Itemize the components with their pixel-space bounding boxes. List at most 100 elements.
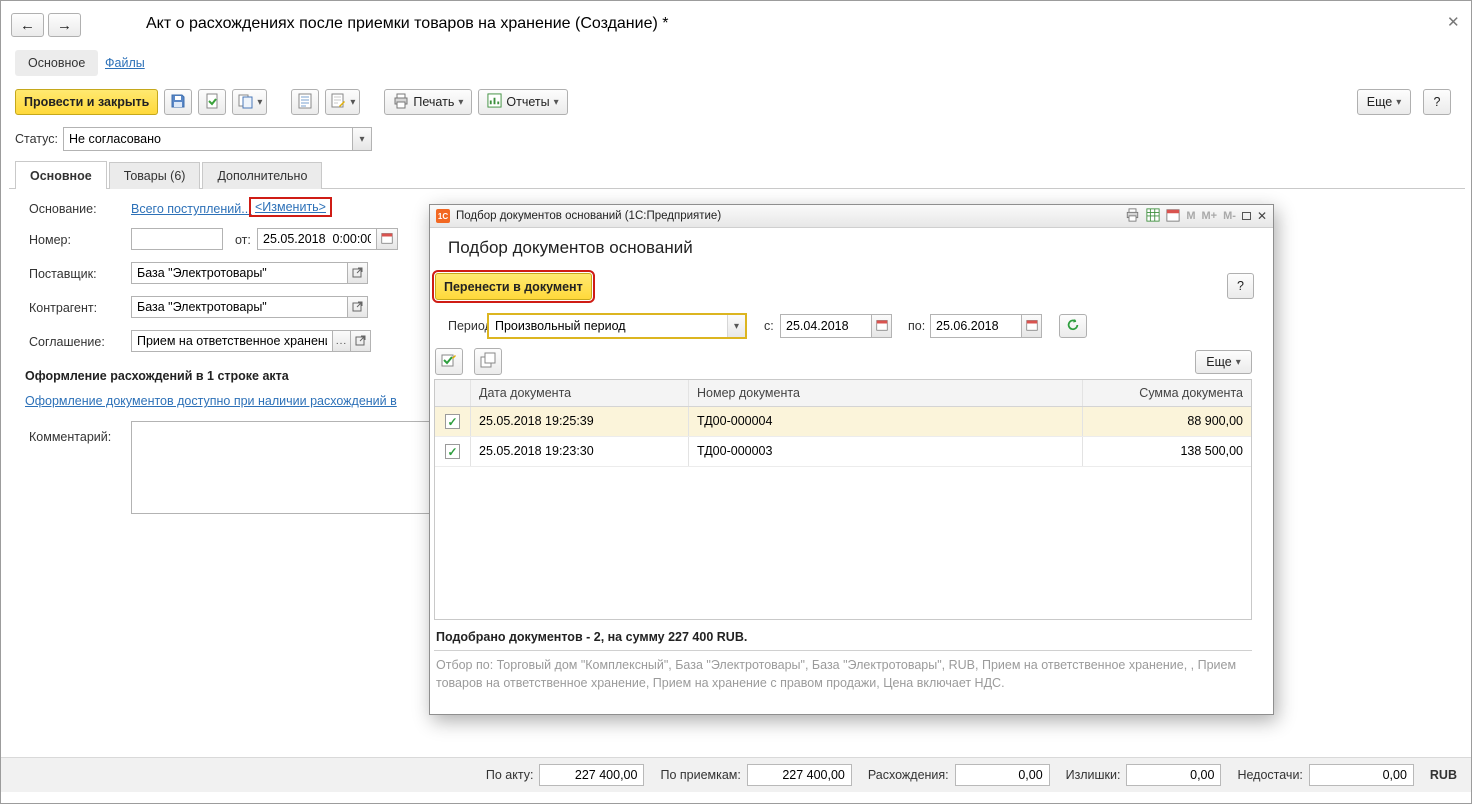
document-number-cell[interactable]: ТД00-000003 [689,437,1083,466]
dialog-titlebar[interactable]: 1С Подбор документов оснований (1С:Предп… [430,205,1273,228]
number-column-header[interactable]: Номер документа [689,380,1083,406]
post-close-button[interactable]: Провести и закрыть [15,89,159,115]
print-button[interactable]: Печать ▾ [384,89,473,115]
agreement-label: Соглашение: [29,335,105,349]
counterparty-input[interactable] [131,296,348,318]
period-from-calendar-button[interactable] [871,314,892,338]
supplier-open-button[interactable] [347,262,368,284]
document-date-cell[interactable]: 25.05.2018 19:23:30 [471,437,689,466]
table-row[interactable]: ✓ 25.05.2018 19:23:30 ТД00-000003 138 50… [435,437,1251,467]
dialog-close-icon[interactable]: ✕ [1257,209,1267,223]
save-button[interactable] [164,89,193,115]
shortage-value: 0,00 [1308,764,1414,786]
maximize-icon[interactable] [1241,212,1251,220]
calendar-icon [875,319,888,334]
calendar-icon[interactable] [1166,208,1180,225]
refresh-icon [1066,318,1080,335]
document-sum-cell[interactable]: 88 900,00 [1083,407,1251,436]
registration-note-link[interactable]: Оформление документов доступно при налич… [25,394,397,408]
number-input[interactable] [131,228,223,250]
check-all-button[interactable] [435,348,463,375]
comment-label: Комментарий: [29,430,112,444]
sum-column-header[interactable]: Сумма документа [1083,380,1251,406]
checkbox-checked-icon[interactable]: ✓ [445,444,460,459]
transfer-to-document-button[interactable]: Перенести в документ [432,270,595,303]
row-checkbox-cell[interactable]: ✓ [435,407,471,436]
checkbox-checked-icon[interactable]: ✓ [445,414,460,429]
comment-textarea[interactable] [131,421,431,514]
period-from-input[interactable] [780,314,872,338]
chevron-down-icon: ▾ [1235,356,1241,368]
discrepancies-label: Расхождения: [867,768,949,782]
uncheck-all-button[interactable] [474,348,502,375]
tab-main[interactable]: Основное [15,161,107,189]
supplier-input[interactable] [131,262,348,284]
surplus-label: Излишки: [1065,768,1121,782]
app-window: ← → Акт о расхождениях после приемки тов… [0,0,1472,804]
reports-button[interactable]: Отчеты ▾ [478,89,568,115]
section-tab-main[interactable]: Основное [15,50,99,76]
basis-link[interactable]: Всего поступлений... [131,202,252,216]
receipts-total-value: 227 400,00 [746,764,852,786]
table-row[interactable]: ✓ 25.05.2018 19:25:39 ТД00-000004 88 900… [435,407,1251,437]
number-label: Номер: [29,233,71,247]
receipts-total-label: По приемкам: [660,768,741,782]
document-sum-cell[interactable]: 138 500,00 [1083,437,1251,466]
currency-label: RUB [1429,768,1457,782]
document-number-cell[interactable]: ТД00-000004 [689,407,1083,436]
tab-additional[interactable]: Дополнительно [202,162,323,189]
dialog-more-button[interactable]: Еще ▾ [1195,350,1252,374]
basis-documents-dialog: 1С Подбор документов оснований (1С:Предп… [429,204,1274,715]
counterparty-open-button[interactable] [347,296,368,318]
calendar-icon [1025,319,1038,334]
help-button[interactable]: ? [1423,89,1451,115]
status-dropdown-button[interactable]: ▾ [352,127,372,151]
more-button[interactable]: Еще ▾ [1357,89,1411,115]
forward-button[interactable]: → [48,13,81,37]
chevron-down-icon: ▾ [553,96,559,108]
document-date-calendar-button[interactable] [376,228,398,250]
row-checkbox-cell[interactable]: ✓ [435,437,471,466]
document-date-cell[interactable]: 25.05.2018 19:25:39 [471,407,689,436]
save-table-icon[interactable] [1146,207,1160,225]
tab-goods[interactable]: Товары (6) [108,162,201,189]
chevron-down-icon: ▾ [458,96,464,108]
document-date-input[interactable] [257,228,377,250]
dialog-title: Подбор документов оснований (1С:Предприя… [456,210,722,222]
close-icon[interactable]: ✕ [1447,13,1460,31]
chevron-down-icon[interactable]: ▾ [727,315,745,337]
printer-icon [393,93,409,112]
ellipsis-icon: ... [335,335,348,347]
page-title: Акт о расхождениях после приемки товаров… [146,15,669,32]
memory-mminus-button[interactable]: M- [1223,210,1236,222]
dialog-help-button[interactable]: ? [1227,273,1254,299]
period-to-input[interactable] [930,314,1022,338]
memory-m-button[interactable]: M [1186,210,1195,222]
memory-mplus-button[interactable]: M+ [1202,210,1218,222]
create-based-on-button[interactable]: ▾ [325,89,361,115]
basis-change-link[interactable]: <Изменить> [255,200,326,214]
copy-button[interactable]: ▾ [232,89,268,115]
calendar-icon [381,232,393,247]
checkbox-column-header[interactable] [435,380,471,406]
status-combobox[interactable] [63,127,353,151]
basis-change-annotation: <Изменить> [249,197,332,217]
check-all-icon [441,352,457,371]
printer-icon[interactable] [1125,207,1140,225]
related-documents-button[interactable] [291,89,320,115]
period-combobox[interactable]: Произвольный период ▾ [487,313,747,339]
agreement-select-button[interactable]: ... [332,330,351,352]
table-header-row: Дата документа Номер документа Сумма док… [435,380,1251,407]
section-tab-files[interactable]: Файлы [105,56,145,70]
date-column-header[interactable]: Дата документа [471,380,689,406]
form-tabstrip: Основное Товары (6) Дополнительно [9,161,1465,189]
agreement-open-button[interactable] [350,330,371,352]
period-to-label: по: [908,319,926,333]
agreement-input[interactable] [131,330,333,352]
back-button[interactable]: ← [11,13,44,37]
supplier-label: Поставщик: [29,267,97,281]
back-icon: ← [20,16,35,34]
period-to-calendar-button[interactable] [1021,314,1042,338]
post-document-button[interactable] [198,89,227,115]
refresh-button[interactable] [1059,314,1087,338]
